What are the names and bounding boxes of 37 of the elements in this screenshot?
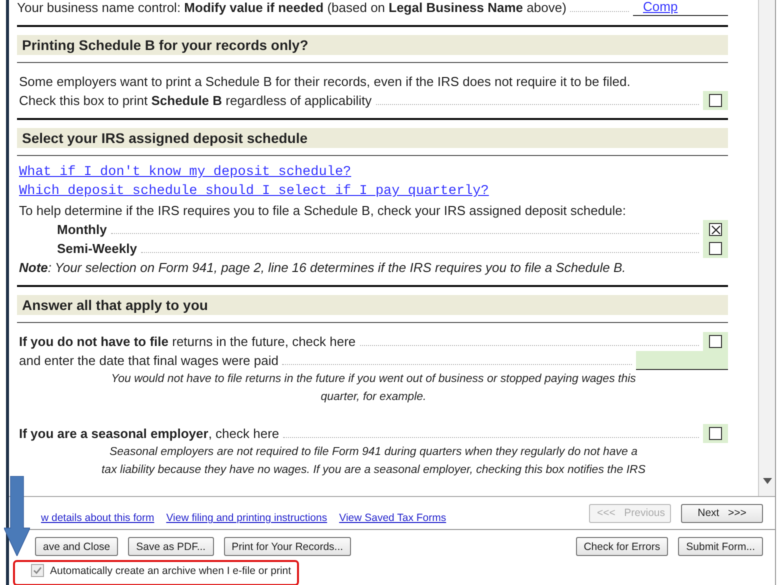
section-heading: Printing Schedule B for your records only?	[17, 35, 728, 55]
field-label: and enter the date that final wages were paid	[19, 353, 278, 368]
option-label: Monthly	[57, 222, 107, 237]
hint-text: You would not have to file returns in the future if you went out of business or stopped paying wages this quarter, for example.	[110, 372, 637, 405]
section-heading: Answer all that apply to you	[17, 295, 728, 315]
footer-link[interactable]: w details about this form	[41, 512, 154, 524]
checkbox[interactable]	[31, 564, 44, 577]
footer-link[interactable]: View Saved Tax Forms	[339, 512, 446, 524]
instruction-text: To help determine if the IRS requires you to file a Schedule B, check your IRS assigned deposit schedule:	[19, 202, 628, 220]
section-heading: Select your IRS assigned deposit schedule	[17, 128, 728, 148]
action-button[interactable]: Print for Your Records...	[224, 537, 352, 556]
scrollbar[interactable]	[758, 0, 775, 496]
action-button[interactable]: Check for Errors	[576, 537, 668, 556]
instruction-text: Some employers want to print a Schedule B for their records, even if the IRS does not require it to be filed.	[19, 73, 632, 91]
help-link[interactable]: What if I don't know my deposit schedule?	[19, 163, 728, 182]
checkbox[interactable]	[709, 223, 722, 236]
checkbox[interactable]	[709, 335, 722, 348]
checkbox[interactable]	[709, 94, 722, 107]
field-label: Your business name control: Modify value if needed (based on Legal Business Name above)	[17, 0, 566, 15]
down-arrow-icon[interactable]	[762, 478, 772, 484]
checkbox[interactable]	[709, 242, 722, 255]
nav-button[interactable]: Next >>>	[681, 504, 763, 522]
date-field[interactable]	[636, 351, 728, 370]
note-text: Note: Your selection on Form 941, page 2, line 16 determines if the IRS requires you to file a Schedule B.	[19, 259, 627, 277]
action-button[interactable]: ave and Close	[35, 537, 118, 556]
checkbox[interactable]	[709, 427, 722, 440]
help-link[interactable]: Which deposit schedule should I select if I pay quarterly?	[19, 182, 728, 201]
action-button[interactable]: Submit Form...	[678, 537, 763, 556]
checkbox-label: If you are a seasonal employer, check here	[19, 426, 280, 441]
option-label: Semi-Weekly	[57, 241, 137, 256]
checkbox-label: Check this box to print Schedule B regardless of applicability	[19, 93, 372, 108]
footer-link[interactable]: View filing and printing instructions	[166, 512, 328, 524]
checkbox-label: If you do not have to file returns in the future, check here	[19, 334, 356, 349]
checkbox-label: Automatically create an archive when I e-file or print	[50, 564, 292, 576]
hint-text: Seasonal employers are not required to file Form 941 during quarters when they regularly do not have a tax liability because they have no wages. If you are a seasonal employer, checking this box notifies the IRS	[101, 445, 646, 478]
name-control-field[interactable]: Comp	[633, 0, 728, 16]
action-button[interactable]: Save as PDF...	[128, 537, 214, 556]
